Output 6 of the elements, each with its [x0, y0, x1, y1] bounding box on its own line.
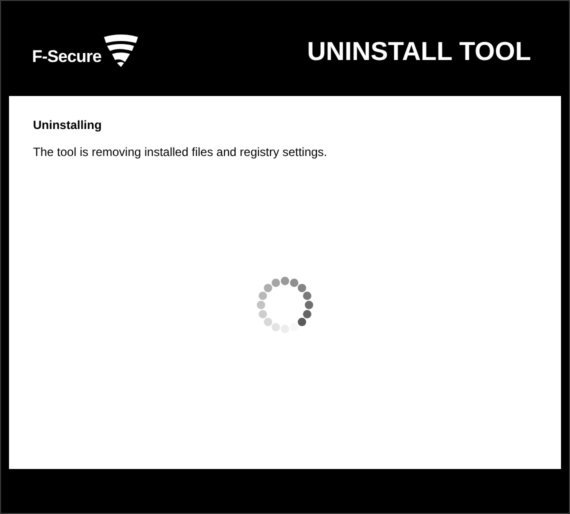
- brand-name: F-Secure: [32, 48, 102, 64]
- loading-spinner-icon: [255, 275, 315, 335]
- status-heading: Uninstalling: [33, 117, 103, 134]
- window-title: UNINSTALL TOOL: [307, 38, 531, 64]
- status-message: The tool is removing installed files and registry settings.: [33, 144, 328, 161]
- shield-logo-icon: [103, 34, 140, 68]
